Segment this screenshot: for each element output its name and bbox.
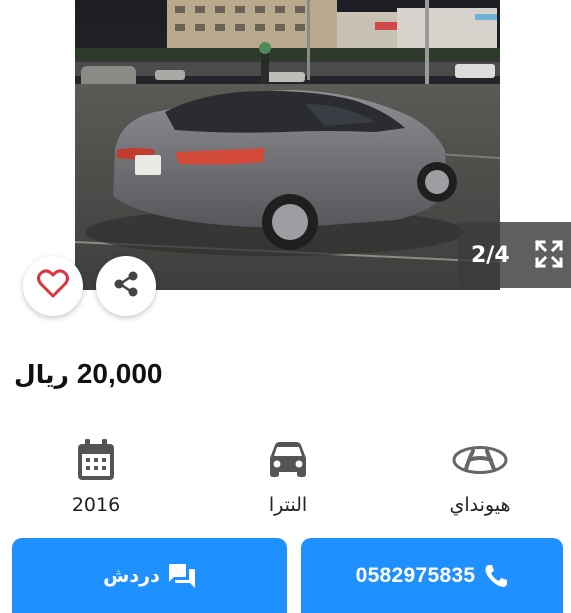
chat-button[interactable]: دردش — [12, 538, 287, 613]
spec-model-value: النترا — [268, 494, 308, 516]
car-photo[interactable] — [75, 0, 500, 290]
call-button-label: 0582975835 — [355, 563, 476, 587]
price-currency: ريال — [14, 360, 69, 389]
chevron-right-icon[interactable] — [512, 108, 542, 138]
spec-make: هيونداي — [405, 436, 555, 526]
chat-icon — [168, 563, 196, 589]
calendar-icon — [76, 436, 116, 484]
call-button[interactable]: 0582975835 — [301, 538, 563, 613]
chevron-left-icon[interactable] — [34, 108, 64, 138]
spec-make-value: هيونداي — [449, 494, 511, 516]
hyundai-logo-icon — [452, 436, 508, 484]
share-button[interactable] — [96, 256, 156, 316]
favorite-button[interactable] — [23, 256, 83, 316]
share-icon — [112, 270, 140, 302]
chat-button-label: دردش — [103, 564, 160, 587]
car-icon — [267, 436, 309, 484]
spec-model: النترا — [213, 436, 363, 526]
photo-counter: 2/4 — [471, 242, 510, 268]
listing-price: ريال 20,000 — [14, 358, 314, 398]
spec-year-value: 2016 — [71, 494, 121, 516]
heart-icon — [37, 269, 69, 303]
expand-icon[interactable] — [534, 239, 564, 269]
spec-year: 2016 — [21, 436, 171, 526]
photo-gallery: 2/4 — [0, 0, 571, 316]
price-value: 20,000 — [76, 358, 163, 389]
listing-page: 2/4 ريال 20,000 2016 النترا هيونداي دردش… — [0, 0, 571, 613]
photo-counter-panel: 2/4 — [458, 222, 571, 288]
phone-icon — [484, 564, 508, 588]
